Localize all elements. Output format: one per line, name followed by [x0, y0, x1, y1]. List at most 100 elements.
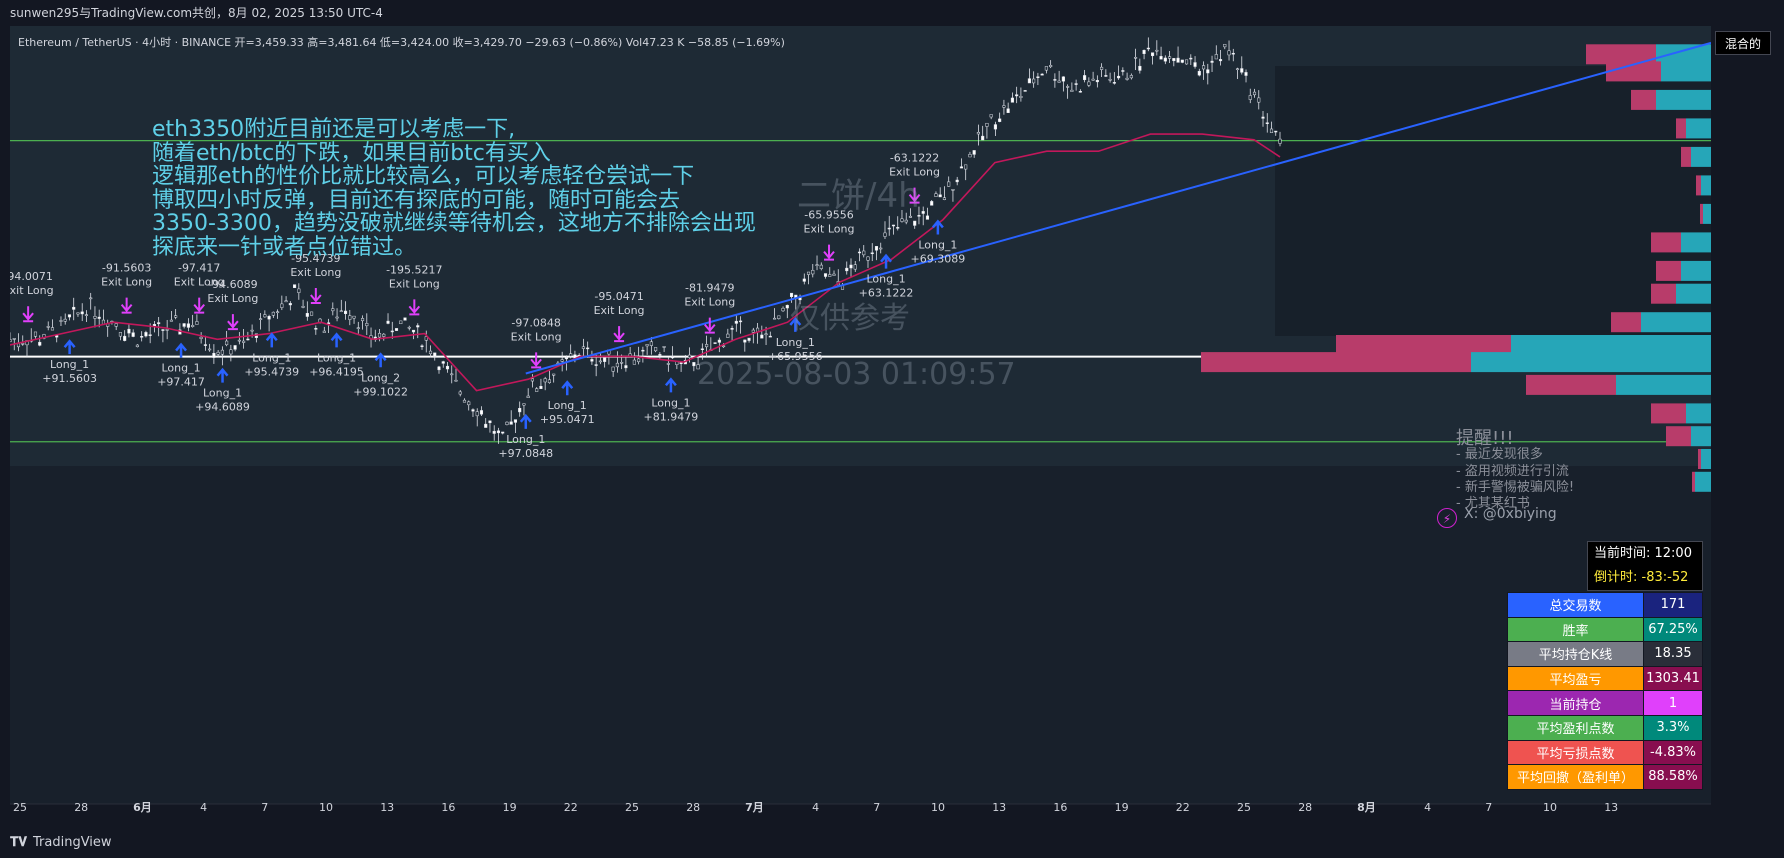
signal-label: Long_1	[317, 351, 356, 364]
candle-body	[403, 317, 407, 321]
stats-row: 当前持仓 1	[1507, 690, 1703, 716]
candle-body	[857, 251, 862, 254]
candle-body	[1189, 57, 1193, 60]
candle-body	[386, 320, 390, 324]
candle-body	[539, 385, 543, 389]
candle-body	[165, 329, 169, 331]
candle-body	[802, 278, 806, 282]
candle-body	[1168, 56, 1172, 59]
candle-body	[377, 333, 382, 338]
candle-body	[743, 339, 747, 343]
candle-body	[883, 232, 887, 237]
stats-label: 平均持仓K线	[1507, 641, 1644, 667]
x-axis-tick-label: 25	[13, 801, 27, 814]
candle-body	[955, 179, 959, 183]
signal-sublabel: +97.0848	[498, 447, 553, 460]
candle-body	[526, 395, 530, 398]
stats-value: -4.83%	[1643, 739, 1703, 766]
candle-body	[1163, 57, 1167, 62]
candle-body	[959, 166, 963, 169]
candle-body	[475, 411, 479, 417]
lightning-icon[interactable]: ⚡	[1437, 508, 1457, 528]
candle-body	[806, 271, 811, 275]
candle-body	[679, 362, 683, 364]
stats-value: 1303.41	[1643, 665, 1703, 692]
candle-body	[276, 311, 280, 313]
candle-body	[352, 315, 356, 319]
candle-body	[1159, 56, 1163, 60]
candle-body	[263, 314, 267, 318]
candle-body	[1023, 90, 1027, 92]
signal-label: Long_1	[252, 351, 291, 364]
candle-body	[658, 354, 662, 356]
candle-body	[1206, 69, 1210, 74]
candle-body	[968, 154, 972, 158]
candle-body	[1265, 122, 1269, 124]
candle-body	[866, 256, 870, 261]
candle-body	[734, 320, 738, 324]
candle-body	[1235, 68, 1240, 71]
candle-body	[233, 345, 237, 350]
candle-body	[1240, 68, 1244, 73]
candle-body	[1274, 130, 1278, 133]
candle-body	[67, 314, 72, 318]
signal-label: -195.5217	[386, 263, 442, 276]
candle-body	[1248, 95, 1252, 100]
volume-profile-up-bar	[1681, 260, 1711, 281]
candle-body	[416, 325, 420, 328]
candle-body	[157, 322, 161, 325]
candle-body	[1121, 70, 1125, 72]
candle-body	[717, 339, 721, 343]
x-axis-tick-label: 28	[74, 801, 88, 814]
x-handle: X: @0xbiying	[1464, 506, 1557, 522]
candle-body	[934, 193, 938, 197]
stats-label: 胜率	[1507, 616, 1644, 643]
candle-body	[849, 264, 853, 269]
candle-body	[981, 135, 985, 141]
footer-brand[interactable]: TradingView	[33, 835, 112, 850]
candle-body	[1155, 49, 1159, 52]
candle-body	[730, 327, 734, 330]
candle-body	[590, 359, 594, 362]
candle-body	[998, 118, 1002, 122]
candle-body	[662, 346, 666, 348]
x-axis-tick-label: 13	[1604, 801, 1618, 814]
candle-body	[692, 362, 696, 367]
candle-body	[594, 364, 598, 366]
candle-body	[242, 340, 246, 343]
candle-body	[1066, 86, 1070, 88]
tradingview-logo-icon[interactable]: 𝐓𝐕	[10, 835, 27, 850]
candle-body	[280, 303, 284, 308]
candle-body	[84, 314, 89, 316]
candle-body	[942, 197, 946, 201]
candle-body	[433, 352, 437, 357]
candle-body	[144, 332, 148, 337]
candle-body	[518, 407, 522, 413]
candle-body	[543, 378, 547, 383]
volume-profile-down-bar	[1696, 175, 1701, 196]
candle-body	[123, 335, 127, 341]
candle-body	[1032, 78, 1036, 84]
candle-body	[399, 320, 403, 325]
candle-body	[301, 306, 305, 308]
symbol-info: Ethereum / TetherUS · 4小时 · BINANCE 开=3,…	[18, 36, 785, 49]
candle-body	[208, 348, 212, 351]
x-axis-tick-label: 28	[1298, 801, 1312, 814]
candle-body	[921, 211, 925, 214]
candle-body	[1176, 57, 1180, 63]
signal-label: -94.0071	[10, 270, 53, 283]
signal-sublabel: +94.6089	[195, 401, 250, 414]
candle-body	[547, 379, 551, 384]
candle-body	[645, 344, 649, 347]
watermark-reference: 仅供参考	[790, 301, 910, 336]
candle-body	[726, 333, 730, 338]
mix-button[interactable]: 混合的	[1715, 31, 1771, 55]
signal-label: Long_1	[203, 387, 242, 400]
candle-body	[1015, 94, 1019, 97]
volume-profile-up-bar	[1701, 175, 1711, 196]
signal-label: -95.0471	[594, 290, 643, 303]
volume-profile-up-bar	[1656, 44, 1711, 65]
candle-body	[1117, 75, 1121, 79]
candle-body	[322, 330, 326, 333]
candle-body	[819, 264, 823, 269]
